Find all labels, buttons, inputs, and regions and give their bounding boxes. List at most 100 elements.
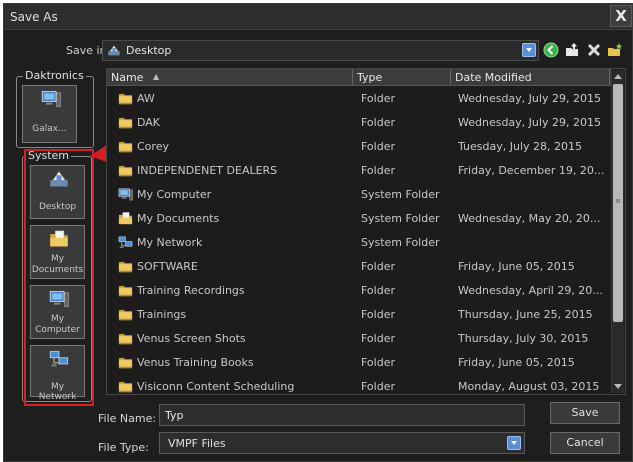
desktop-icon xyxy=(107,44,121,57)
save-button[interactable]: Save xyxy=(550,402,620,424)
folder-icon xyxy=(118,163,133,178)
file-row[interactable]: My Documents System Folder Wednesday, May … xyxy=(107,207,611,231)
folder-icon xyxy=(118,307,133,322)
file-type: System Folder xyxy=(361,188,440,201)
file-name-label: File Name: xyxy=(98,412,157,425)
file-row[interactable]: My Network System Folder xyxy=(107,231,611,255)
new-folder-icon[interactable] xyxy=(607,42,623,58)
scroll-thumb[interactable]: ≡ xyxy=(613,84,623,322)
file-row[interactable]: Training Recordings Folder Wednesday, Apri… xyxy=(107,279,611,303)
file-type: Folder xyxy=(361,284,395,297)
file-row[interactable]: Corey Folder Tuesday, July 28, 2015 xyxy=(107,135,611,159)
file-name-input[interactable] xyxy=(159,404,525,426)
file-name: INDEPENDENET DEALERS xyxy=(137,164,278,177)
file-type: Folder xyxy=(361,260,395,273)
file-row[interactable]: AW Folder Wednesday, July 29, 2015 xyxy=(107,87,611,111)
file-date: Tuesday, July 28, 2015 xyxy=(458,140,583,153)
title-bar[interactable]: Save As X xyxy=(4,4,632,30)
network-icon xyxy=(118,235,133,250)
file-type: Folder xyxy=(361,92,395,105)
file-name: Venus Training Books xyxy=(137,356,254,369)
file-row[interactable]: My Computer System Folder xyxy=(107,183,611,207)
column-header-date[interactable]: Date Modified xyxy=(455,71,532,84)
daktronics-group-label: Daktronics xyxy=(23,69,86,82)
file-date: Thursday, June 25, 2015 xyxy=(458,308,593,321)
save-in-value: Desktop xyxy=(126,44,172,57)
file-name: Visiconn Content Scheduling xyxy=(137,380,295,393)
file-date: Monday, August 03, 2015 xyxy=(458,380,600,393)
column-divider[interactable] xyxy=(450,69,451,85)
vertical-scrollbar[interactable]: ≡ xyxy=(611,70,624,393)
up-folder-icon[interactable] xyxy=(564,42,580,58)
file-row[interactable]: INDEPENDENET DEALERS Folder Friday, Decemb… xyxy=(107,159,611,183)
file-type: System Folder xyxy=(361,236,440,249)
file-type: Folder xyxy=(361,164,395,177)
file-date: Wednesday, May 20, 20... xyxy=(458,212,601,225)
file-row[interactable]: Trainings Folder Thursday, June 25, 2015 xyxy=(107,303,611,327)
folder-icon xyxy=(118,355,133,370)
file-name: Training Recordings xyxy=(137,284,245,297)
file-list[interactable]: Name ▲ Type Date Modified AW Folder Wednes… xyxy=(106,68,626,395)
back-icon[interactable] xyxy=(543,42,559,58)
file-name: AW xyxy=(137,92,155,105)
documents-icon xyxy=(118,211,133,226)
daktronics-group: Daktronics Galax... xyxy=(16,69,94,148)
scroll-up-icon[interactable] xyxy=(614,74,622,79)
file-row[interactable]: SOFTWARE Folder Friday, June 05, 2015 xyxy=(107,255,611,279)
file-date: Wednesday, April 29, 20... xyxy=(458,284,603,297)
folder-icon xyxy=(118,91,133,106)
save-in-dropdown[interactable]: Desktop xyxy=(102,40,539,61)
place-galaxy-button[interactable]: Galax... xyxy=(22,85,77,143)
file-name: My Network xyxy=(137,236,203,249)
file-type-label: File Type: xyxy=(98,441,149,454)
column-divider[interactable] xyxy=(609,69,610,85)
file-type-dropdown[interactable]: VMPF Files xyxy=(159,432,525,454)
file-type: Folder xyxy=(361,140,395,153)
list-header: Name ▲ Type Date Modified xyxy=(107,69,611,86)
folder-icon xyxy=(118,379,133,394)
file-date: Wednesday, July 29, 2015 xyxy=(458,92,601,105)
folder-icon xyxy=(118,139,133,154)
grip-icon: ≡ xyxy=(615,197,621,205)
file-type-value: VMPF Files xyxy=(168,437,226,450)
scroll-down-icon[interactable] xyxy=(614,384,622,389)
file-name: My Documents xyxy=(137,212,220,225)
sort-ascending-icon: ▲ xyxy=(153,72,160,81)
chevron-down-icon[interactable] xyxy=(507,436,521,450)
file-date: Friday, December 19, 20... xyxy=(458,164,605,177)
file-date: Friday, June 05, 2015 xyxy=(458,260,575,273)
file-type: Folder xyxy=(361,356,395,369)
dialog-title: Save As xyxy=(10,10,58,24)
file-row[interactable]: Visiconn Content Scheduling Folder Monday,… xyxy=(107,375,611,394)
column-header-name[interactable]: Name xyxy=(111,71,143,84)
chevron-down-icon[interactable] xyxy=(522,43,536,57)
folder-icon xyxy=(118,259,133,274)
save-as-dialog: Save As X Save in: Desktop Daktronics Ga… xyxy=(3,3,633,462)
file-name: DAK xyxy=(137,116,161,129)
file-name: Trainings xyxy=(137,308,187,321)
file-row[interactable]: DAK Folder Wednesday, July 29, 2015 xyxy=(107,111,611,135)
file-type: System Folder xyxy=(361,212,440,225)
file-type: Folder xyxy=(361,308,395,321)
highlight-box xyxy=(24,149,94,406)
computer-icon xyxy=(118,187,133,202)
file-row[interactable]: Venus Screen Shots Folder Thursday, July 3… xyxy=(107,327,611,351)
file-type: Folder xyxy=(361,380,395,393)
file-name: My Computer xyxy=(137,188,212,201)
column-divider[interactable] xyxy=(352,69,353,85)
computer-icon xyxy=(40,89,62,109)
delete-icon[interactable] xyxy=(586,42,602,58)
file-date: Friday, June 05, 2015 xyxy=(458,356,575,369)
file-name: SOFTWARE xyxy=(137,260,198,273)
close-button[interactable]: X xyxy=(610,5,632,27)
file-name: Venus Screen Shots xyxy=(137,332,246,345)
file-date: Thursday, July 30, 2015 xyxy=(458,332,589,345)
column-header-type[interactable]: Type xyxy=(357,71,382,84)
file-type: Folder xyxy=(361,332,395,345)
cancel-button[interactable]: Cancel xyxy=(550,432,620,454)
file-row[interactable]: Venus Training Books Folder Friday, June 0… xyxy=(107,351,611,375)
folder-icon xyxy=(118,115,133,130)
file-name: Corey xyxy=(137,140,169,153)
file-date: Wednesday, July 29, 2015 xyxy=(458,116,601,129)
place-galaxy-label: Galax... xyxy=(32,124,67,134)
